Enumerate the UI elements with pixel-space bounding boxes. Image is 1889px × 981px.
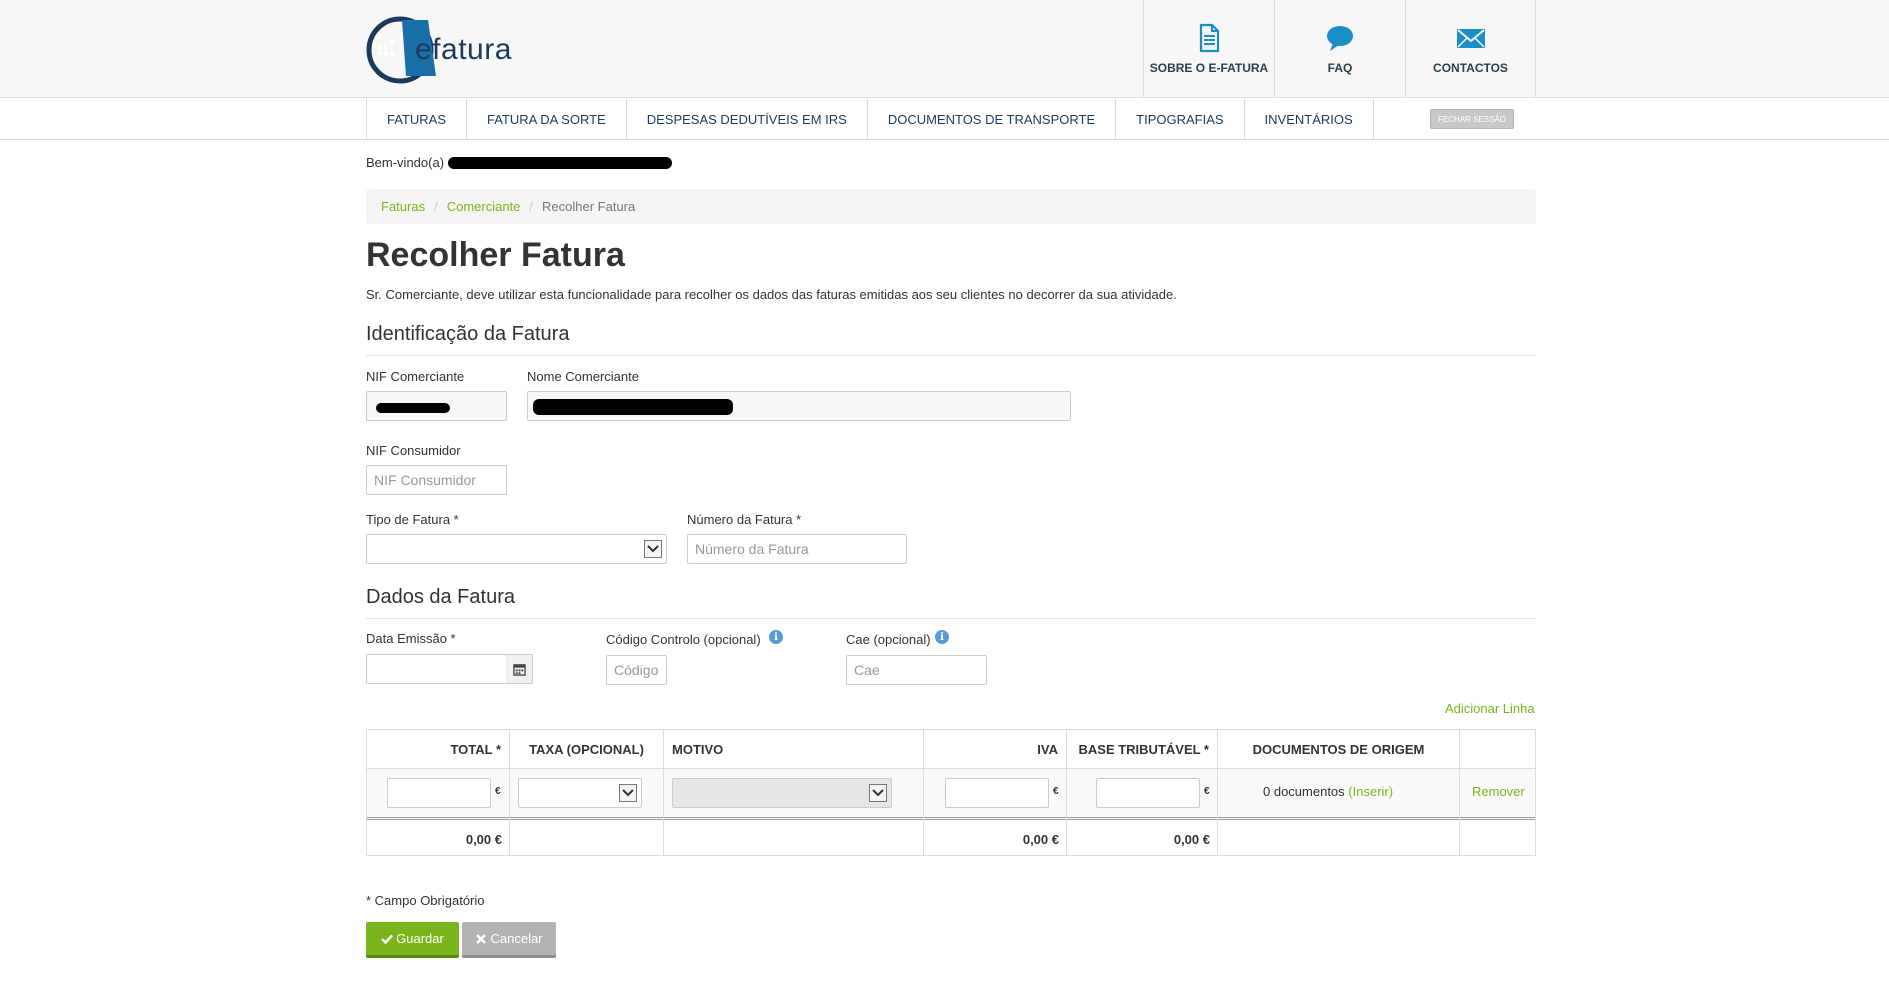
remove-line-link[interactable]: Remover — [1472, 784, 1525, 799]
column-divider — [663, 730, 664, 855]
add-line-link[interactable]: Adicionar Linha — [1445, 701, 1535, 716]
table-totals-row: 0,00 € 0,00 € 0,00 € — [367, 817, 1535, 855]
column-header-motivo: MOTIVO — [664, 730, 924, 768]
breadcrumb-comerciante[interactable]: Comerciante — [447, 199, 521, 214]
logout-button[interactable]: FECHAR SESSÃO — [1430, 109, 1514, 129]
column-header-iva: IVA — [924, 730, 1067, 768]
checkmark-icon — [381, 934, 394, 944]
breadcrumb: Faturas / Comerciante / Recolher Fatura — [366, 189, 1536, 224]
iva-input[interactable] — [945, 778, 1049, 808]
codigo-controlo-label: Código Controlo (opcional) — [606, 632, 761, 647]
insert-document-link[interactable]: (Inserir) — [1348, 784, 1393, 799]
cae-input[interactable] — [846, 655, 987, 685]
main-menu-bar: FATURAS FATURA DA SORTE DESPESAS DEDUTÍV… — [0, 99, 1889, 140]
currency-symbol: € — [495, 786, 501, 797]
chat-bubble-icon — [1327, 26, 1353, 51]
main-menu: FATURAS FATURA DA SORTE DESPESAS DEDUTÍV… — [366, 99, 1374, 140]
save-button-label: Guardar — [396, 931, 444, 946]
save-button[interactable]: Guardar — [366, 922, 459, 958]
close-icon — [476, 933, 487, 944]
breadcrumb-separator: / — [434, 199, 438, 214]
redacted-username — [448, 157, 672, 169]
nome-comerciante-label: Nome Comerciante — [527, 369, 639, 384]
info-icon[interactable]: i — [769, 630, 783, 644]
column-header-documentos-origem: DOCUMENTOS DE ORIGEM — [1218, 730, 1460, 768]
logo-text[interactable]: efatura — [415, 33, 512, 67]
document-icon — [1199, 23, 1220, 53]
tipo-fatura-label: Tipo de Fatura * — [366, 512, 459, 527]
section-title-identificacao: Identificação da Fatura — [366, 323, 570, 345]
chevron-down-icon — [869, 784, 887, 802]
column-header-total: TOTAL * — [367, 730, 510, 768]
top-header: efatura SOBRE O E-FATURA FAQ CONTACTOS — [0, 0, 1889, 98]
cancel-button[interactable]: Cancelar — [462, 922, 556, 958]
motivo-select[interactable] — [672, 778, 892, 808]
topnav-label: CONTACTOS — [1433, 61, 1508, 75]
section-divider — [366, 355, 1536, 356]
menu-item-faturas[interactable]: FATURAS — [367, 99, 467, 140]
codigo-controlo-input[interactable] — [606, 655, 667, 685]
nif-consumidor-label: NIF Consumidor — [366, 443, 461, 458]
menu-item-despesas[interactable]: DESPESAS DEDUTÍVEIS EM IRS — [627, 99, 868, 140]
nif-consumidor-input[interactable] — [366, 465, 507, 495]
menu-item-inventarios[interactable]: INVENTÁRIOS — [1245, 99, 1374, 140]
table-row: € € € 0 documentos (Inserir) Remover — [367, 768, 1535, 816]
base-tributavel-input[interactable] — [1096, 778, 1200, 808]
menu-item-documentos-transporte[interactable]: DOCUMENTOS DE TRANSPORTE — [868, 99, 1117, 140]
column-divider — [509, 730, 510, 855]
section-divider — [366, 618, 1536, 619]
breadcrumb-faturas[interactable]: Faturas — [381, 199, 425, 214]
cae-label: Cae (opcional) — [846, 632, 931, 647]
cancel-button-label: Cancelar — [490, 931, 543, 946]
section-title-dados: Dados da Fatura — [366, 586, 515, 608]
nif-comerciante-label: NIF Comerciante — [366, 369, 465, 384]
page-title: Recolher Fatura — [366, 236, 625, 274]
currency-symbol: € — [1204, 786, 1210, 797]
data-emissao-label: Data Emissão * — [366, 631, 456, 646]
topnav-label: FAQ — [1327, 61, 1353, 75]
total-sum: 0,00 € — [465, 832, 502, 847]
column-header-base-tributavel: BASE TRIBUTÁVEL * — [1067, 730, 1218, 768]
top-nav: SOBRE O E-FATURA FAQ CONTACTOS — [1143, 0, 1536, 98]
topnav-contactos[interactable]: CONTACTOS — [1405, 0, 1536, 98]
taxa-select[interactable] — [518, 778, 642, 808]
info-icon[interactable]: i — [935, 630, 949, 644]
calendar-icon — [512, 663, 526, 676]
topnav-sobre[interactable]: SOBRE O E-FATURA — [1143, 0, 1274, 98]
data-emissao-input[interactable] — [366, 654, 507, 684]
documents-count: 0 documentos (Inserir) — [1263, 784, 1393, 799]
currency-symbol: € — [1053, 786, 1059, 797]
column-divider — [923, 730, 924, 855]
chevron-down-icon — [644, 540, 662, 558]
redacted-nif — [376, 403, 450, 413]
topnav-label: SOBRE O E-FATURA — [1149, 61, 1269, 75]
topnav-faq[interactable]: FAQ — [1274, 0, 1405, 98]
breadcrumb-current: Recolher Fatura — [542, 199, 636, 214]
total-input[interactable] — [387, 778, 491, 808]
chevron-down-icon — [619, 784, 637, 802]
base-tributavel-sum: 0,00 € — [1173, 832, 1210, 847]
page-intro: Sr. Comerciante, deve utilizar esta func… — [366, 287, 1177, 302]
iva-sum: 0,00 € — [1022, 832, 1059, 847]
redacted-nome — [533, 399, 733, 415]
documents-count-text: 0 documentos — [1263, 784, 1345, 799]
welcome-text: Bem-vindo(a) — [366, 155, 445, 170]
envelope-icon — [1456, 29, 1485, 48]
column-header-taxa: TAXA (OPCIONAL) — [510, 730, 664, 768]
required-field-note: * Campo Obrigatório — [366, 893, 485, 908]
column-divider — [1217, 730, 1218, 855]
tipo-fatura-select[interactable] — [366, 534, 667, 564]
menu-item-fatura-da-sorte[interactable]: FATURA DA SORTE — [467, 99, 627, 140]
invoice-lines-table: TOTAL * TAXA (OPCIONAL) MOTIVO IVA BASE … — [366, 729, 1536, 856]
breadcrumb-separator: / — [529, 199, 534, 214]
numero-fatura-label: Número da Fatura * — [687, 512, 802, 527]
column-divider — [1459, 730, 1460, 855]
numero-fatura-input[interactable] — [687, 534, 907, 564]
calendar-button[interactable] — [506, 654, 533, 684]
column-divider — [1066, 730, 1067, 855]
menu-item-tipografias[interactable]: TIPOGRAFIAS — [1116, 99, 1245, 140]
